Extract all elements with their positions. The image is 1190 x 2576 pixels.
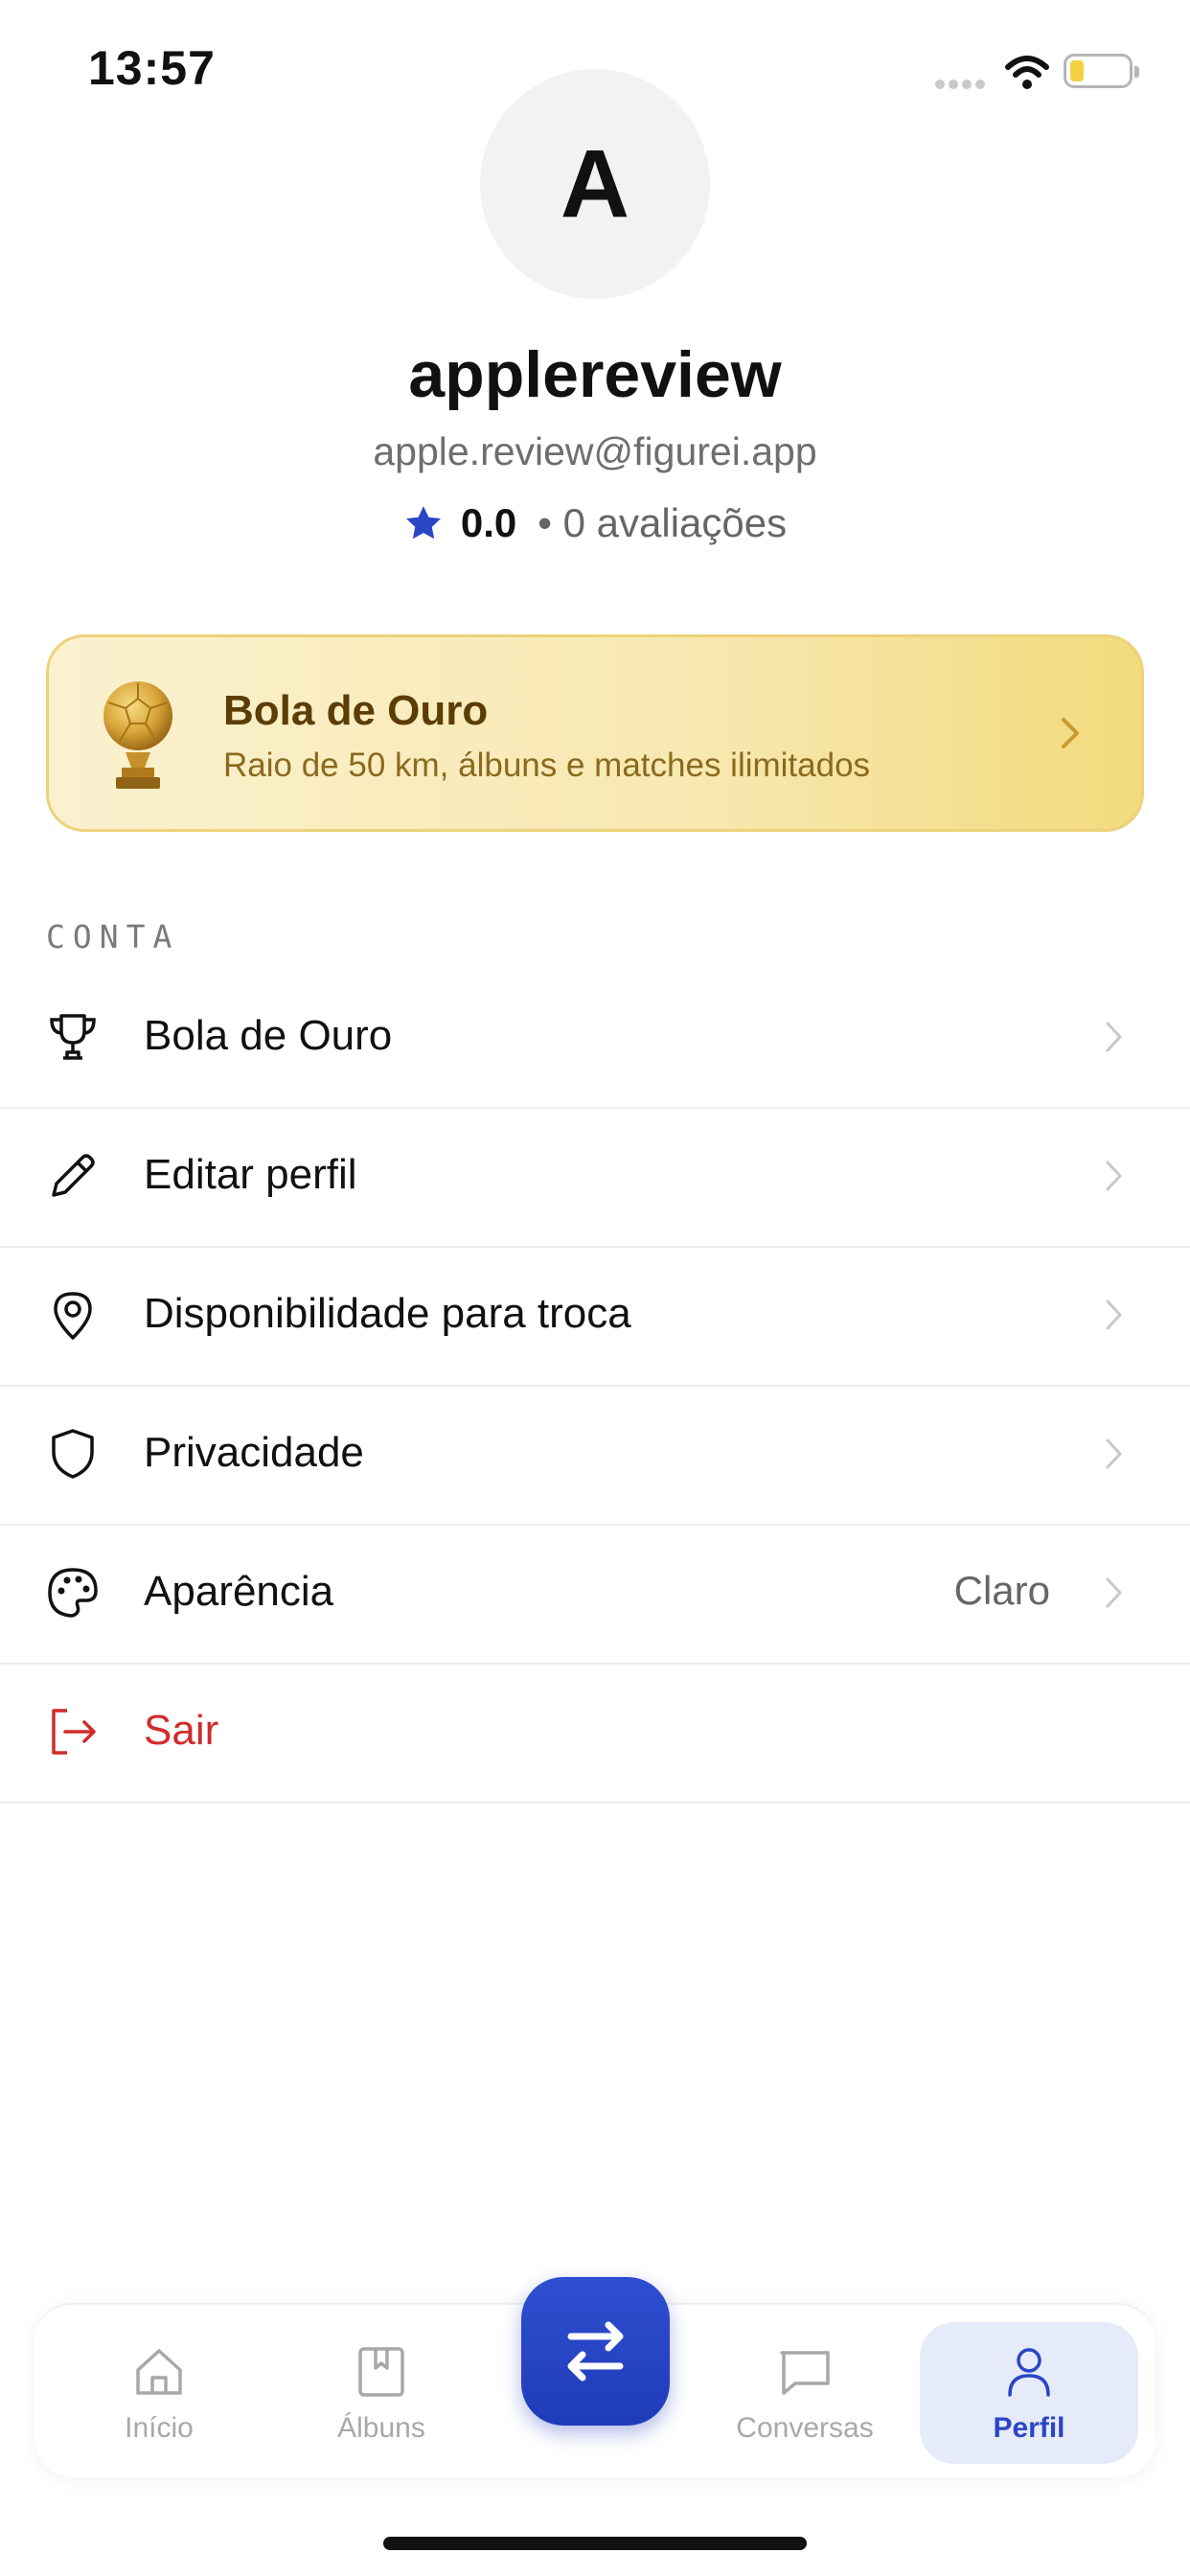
- chevron-right-icon: [1106, 1300, 1122, 1330]
- battery-icon: [1064, 54, 1139, 88]
- swap-arrows-icon: [567, 2321, 624, 2381]
- star-icon: [405, 506, 441, 540]
- chevron-right-icon: [1106, 1577, 1122, 1608]
- menu-item-label: Sair: [144, 1707, 219, 1754]
- menu-item-label: Bola de Ouro: [144, 1012, 393, 1059]
- tab-inicio[interactable]: Início: [63, 2305, 255, 2477]
- menu-item-sair[interactable]: Sair: [0, 1663, 1190, 1804]
- home-icon: [136, 2349, 182, 2395]
- banner-subtitle: Raio de 50 km, álbuns e matches ilimitad…: [223, 747, 871, 784]
- location-pin-icon: [54, 1292, 92, 1340]
- pencil-icon: [52, 1154, 95, 1197]
- cellular-signal-icon: [935, 77, 993, 89]
- tab-perfil[interactable]: Perfil: [920, 2322, 1138, 2464]
- golden-ball-trophy-icon: [103, 681, 172, 789]
- tab-label: Perfil: [993, 2412, 1065, 2444]
- tab-conversas[interactable]: Conversas: [709, 2305, 901, 2477]
- chevron-right-icon: [1062, 718, 1079, 748]
- tab-label: Conversas: [736, 2412, 874, 2444]
- menu-item-label: Privacidade: [144, 1429, 364, 1476]
- menu-item-aparencia[interactable]: Aparência Claro: [0, 1524, 1190, 1665]
- tab-albuns[interactable]: Álbuns: [286, 2305, 477, 2477]
- appearance-value: Claro: [953, 1568, 1050, 1613]
- album-icon: [358, 2347, 404, 2397]
- chevron-right-icon: [1106, 1438, 1122, 1469]
- menu-item-label: Disponibilidade para troca: [144, 1290, 631, 1337]
- username: applereview: [408, 338, 782, 411]
- logout-icon: [52, 1709, 96, 1755]
- status-time: 13:57: [88, 41, 216, 95]
- rating-score: 0.0: [460, 500, 517, 545]
- tab-label: Início: [125, 2412, 194, 2444]
- user-icon: [1008, 2348, 1050, 2397]
- trophy-icon: [50, 1014, 96, 1060]
- trade-button[interactable]: [521, 2277, 670, 2426]
- wifi-icon: [1005, 56, 1049, 89]
- banner-title: Bola de Ouro: [223, 687, 489, 734]
- chevron-right-icon: [1106, 1161, 1122, 1191]
- home-indicator: [383, 2537, 807, 2550]
- menu-item-bola-de-ouro[interactable]: Bola de Ouro: [0, 968, 1190, 1109]
- menu-item-label: Editar perfil: [144, 1151, 357, 1198]
- avatar[interactable]: A: [480, 69, 710, 299]
- chat-icon: [780, 2351, 830, 2395]
- menu-item-privacidade[interactable]: Privacidade: [0, 1385, 1190, 1526]
- palette-icon: [48, 1568, 98, 1618]
- menu-item-label: Aparência: [144, 1568, 334, 1615]
- email: apple.review@figurei.app: [373, 429, 817, 473]
- menu-item-disponibilidade[interactable]: Disponibilidade para troca: [0, 1246, 1190, 1387]
- tab-label: Álbuns: [337, 2412, 425, 2444]
- menu-item-editar-perfil[interactable]: Editar perfil: [0, 1107, 1190, 1248]
- rating-summary: 0.0 • 0 avaliações: [0, 500, 1190, 546]
- premium-banner[interactable]: Bola de Ouro Raio de 50 km, álbuns e mat…: [46, 634, 1144, 832]
- chevron-right-icon: [1106, 1022, 1122, 1052]
- section-label: CONTA: [46, 918, 180, 955]
- shield-icon: [52, 1429, 94, 1479]
- review-count: • 0 avaliações: [538, 500, 788, 545]
